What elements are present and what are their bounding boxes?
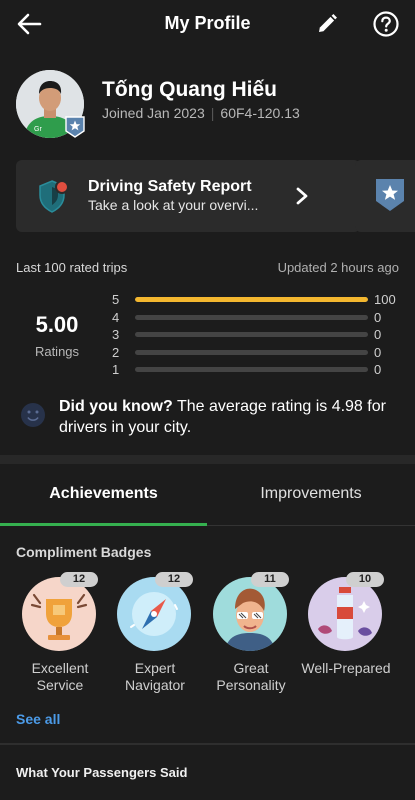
compass-icon — [117, 577, 191, 651]
trophy-icon — [22, 577, 96, 651]
rating-row: 30 — [112, 327, 402, 345]
active-tab-indicator — [0, 523, 207, 526]
section-divider — [0, 743, 415, 745]
smiley-icon — [21, 403, 45, 427]
chevron-right-icon — [296, 187, 308, 205]
rating-distribution: 5 100 4 0 3 0 2 0 1 0 — [112, 292, 402, 380]
rating-bar-track — [135, 367, 368, 373]
rating-row: 40 — [112, 310, 402, 328]
rating-count: 0 — [374, 344, 382, 360]
compliment-badges-title: Compliment Badges — [16, 544, 152, 560]
tab-bar: Achievements Improvements — [0, 464, 415, 526]
updated-label: Updated 2 hours ago — [277, 260, 399, 275]
next-card-preview[interactable] — [355, 160, 415, 232]
rating-star-label: 4 — [112, 309, 120, 325]
section-divider — [0, 455, 415, 464]
page-title: My Profile — [164, 13, 251, 33]
tab-improvements[interactable]: Improvements — [207, 485, 415, 503]
badge-count: 12 — [155, 572, 193, 587]
rating-count: 100 — [374, 292, 396, 307]
badge-count: 12 — [60, 572, 98, 587]
question-circle-icon[interactable] — [372, 10, 400, 38]
rating-bar-fill — [135, 297, 368, 302]
top-bar: My Profile — [0, 0, 415, 48]
rating-count: 0 — [374, 327, 382, 343]
star-badge-icon — [376, 179, 404, 211]
safety-card-subtitle: Take a look at your overvi... — [88, 197, 259, 213]
star-badge-icon — [65, 116, 85, 138]
tab-achievements[interactable]: Achievements — [0, 485, 207, 503]
rating-bar-track — [135, 297, 368, 302]
profile-header: Gr Tống Quang Hiếu Joined Jan 2023 | 60F4-… — [16, 70, 406, 140]
rating-count: 0 — [374, 309, 382, 325]
did-you-know-heading: Did you know? — [59, 398, 173, 415]
shield-icon — [39, 180, 69, 213]
badge-label: Expert Navigator — [125, 660, 185, 693]
svg-text:Gr: Gr — [34, 126, 42, 133]
rating-score: 5.00 Ratings — [16, 312, 98, 359]
rating-star-label: 3 — [112, 327, 120, 343]
passengers-said-title: What Your Passengers Said — [16, 765, 188, 780]
joined-date: Joined Jan 2023 — [102, 105, 205, 121]
rating-star-label: 5 — [112, 292, 120, 307]
badge-label: Well-Prepared — [301, 660, 391, 676]
rating-bar-track — [135, 349, 368, 355]
did-you-know-text: Did you know? The average rating is 4.98… — [59, 396, 404, 438]
sunglasses-person-icon — [213, 577, 287, 651]
driver-name: Tống Quang Hiếu — [102, 78, 277, 101]
rating-row: 20 — [112, 345, 402, 363]
rating-row: 5 100 — [112, 292, 402, 310]
rating-star-label: 2 — [112, 344, 120, 360]
license-plate: 60F4-120.13 — [220, 105, 300, 121]
driver-meta: Joined Jan 2023 | 60F4-120.13 — [102, 105, 300, 121]
pencil-icon[interactable] — [314, 11, 340, 37]
rating-count: 0 — [374, 362, 382, 378]
driving-safety-card[interactable]: Driving Safety Report Take a look at you… — [16, 160, 360, 232]
badge-count: 10 — [346, 572, 384, 587]
see-all-link[interactable]: See all — [16, 711, 60, 727]
rating-star-label: 1 — [112, 362, 120, 378]
rating-label: Ratings — [34, 344, 80, 359]
badge-label: Great Personality — [216, 660, 286, 693]
rating-row: 10 — [112, 362, 402, 380]
rating-bar-track — [135, 332, 368, 338]
meta-separator: | — [210, 105, 215, 121]
badge-count: 11 — [251, 572, 289, 587]
rated-trips-label: Last 100 rated trips — [16, 260, 128, 275]
water-bottle-icon — [308, 577, 382, 651]
safety-card-title: Driving Safety Report — [88, 178, 252, 195]
rating-value: 5.00 — [35, 312, 79, 337]
badge-label: Excellent Service — [31, 660, 89, 693]
rating-bar-track — [135, 314, 368, 320]
